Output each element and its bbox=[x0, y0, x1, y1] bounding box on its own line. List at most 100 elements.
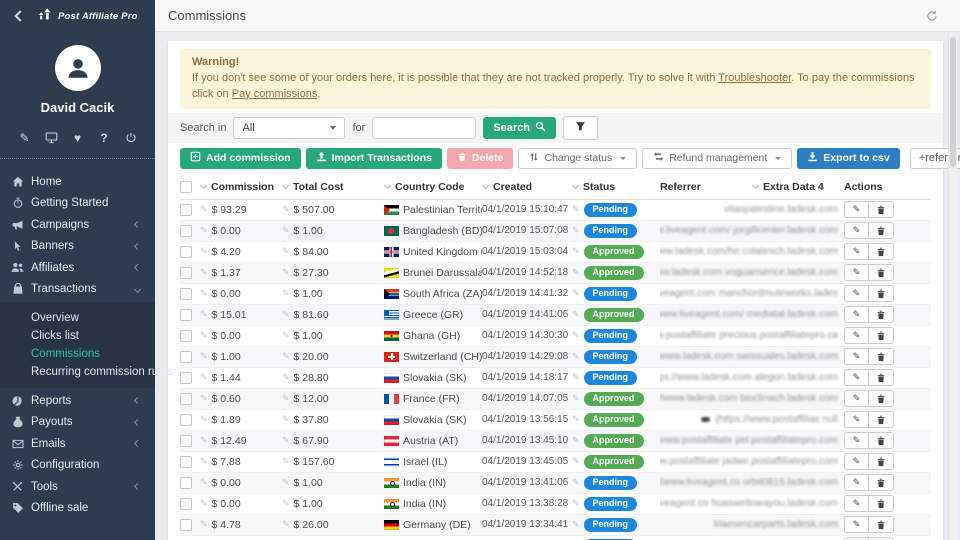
delete-row-button[interactable] bbox=[869, 495, 894, 512]
edit-commission-icon[interactable]: ✎ bbox=[200, 288, 208, 299]
edit-status-icon[interactable]: ✎ bbox=[572, 519, 580, 530]
search-input[interactable] bbox=[372, 117, 476, 139]
delete-row-button[interactable] bbox=[869, 516, 894, 533]
edit-total-cost-icon[interactable]: ✎ bbox=[282, 330, 290, 341]
edit-status-icon[interactable]: ✎ bbox=[572, 393, 580, 404]
edit-status-icon[interactable]: ✎ bbox=[572, 414, 580, 425]
row-checkbox[interactable] bbox=[180, 519, 192, 531]
row-checkbox[interactable] bbox=[180, 414, 192, 426]
edit-status-icon[interactable]: ✎ bbox=[572, 246, 580, 257]
edit-total-cost-icon[interactable]: ✎ bbox=[282, 288, 290, 299]
edit-total-cost-icon[interactable]: ✎ bbox=[282, 456, 290, 467]
edit-commission-icon[interactable]: ✎ bbox=[200, 225, 208, 236]
edit-total-cost-icon[interactable]: ✎ bbox=[282, 372, 290, 383]
delete-row-button[interactable] bbox=[869, 327, 894, 344]
delete-row-button[interactable] bbox=[869, 390, 894, 407]
column-header-country-code[interactable]: Country Code bbox=[384, 181, 482, 193]
delete-row-button[interactable] bbox=[869, 474, 894, 491]
delete-button[interactable]: Delete bbox=[447, 148, 514, 169]
edit-total-cost-icon[interactable]: ✎ bbox=[282, 204, 290, 215]
edit-commission-icon[interactable]: ✎ bbox=[200, 435, 208, 446]
app-logo[interactable]: Post Affiliate Pro bbox=[38, 8, 138, 24]
edit-total-cost-icon[interactable]: ✎ bbox=[282, 477, 290, 488]
edit-commission-icon[interactable]: ✎ bbox=[200, 519, 208, 530]
delete-row-button[interactable] bbox=[869, 285, 894, 302]
delete-row-button[interactable] bbox=[869, 348, 894, 365]
edit-status-icon[interactable]: ✎ bbox=[572, 435, 580, 446]
sidebar-item-offline-sale[interactable]: Offline sale bbox=[0, 498, 155, 520]
sidebar-item-home[interactable]: Home bbox=[0, 171, 155, 193]
edit-commission-icon[interactable]: ✎ bbox=[200, 351, 208, 362]
display-icon[interactable] bbox=[44, 130, 59, 145]
row-checkbox[interactable] bbox=[180, 267, 192, 279]
select-all-checkbox[interactable] bbox=[180, 181, 192, 193]
sidebar-item-campaigns[interactable]: Campaigns bbox=[0, 214, 155, 236]
vertical-scrollbar[interactable] bbox=[948, 33, 957, 540]
scrollbar-thumb[interactable] bbox=[950, 37, 956, 167]
refund-management-button[interactable]: Refund management bbox=[642, 148, 792, 169]
row-checkbox[interactable] bbox=[180, 435, 192, 447]
search-button[interactable]: Search bbox=[483, 117, 556, 139]
edit-status-icon[interactable]: ✎ bbox=[572, 456, 580, 467]
edit-row-button[interactable]: ✎ bbox=[844, 432, 869, 449]
collapse-sidebar-button[interactable] bbox=[14, 10, 25, 21]
sidebar-item-affiliates[interactable]: Affiliates bbox=[0, 257, 155, 279]
edit-row-button[interactable]: ✎ bbox=[844, 306, 869, 323]
delete-row-button[interactable] bbox=[869, 264, 894, 281]
sidebar-item-transactions[interactable]: Transactions bbox=[0, 279, 155, 301]
edit-row-button[interactable]: ✎ bbox=[844, 264, 869, 281]
delete-row-button[interactable] bbox=[869, 453, 894, 470]
sidebar-item-getting-started[interactable]: Getting Started bbox=[0, 193, 155, 215]
delete-row-button[interactable] bbox=[869, 432, 894, 449]
row-checkbox[interactable] bbox=[180, 225, 192, 237]
health-heart-icon[interactable]: ♥ bbox=[70, 130, 85, 145]
edit-row-button[interactable]: ✎ bbox=[844, 222, 869, 239]
edit-commission-icon[interactable]: ✎ bbox=[200, 330, 208, 341]
sidebar-subitem-commissions[interactable]: Commissions bbox=[0, 345, 155, 363]
edit-status-icon[interactable]: ✎ bbox=[572, 330, 580, 341]
sidebar-subitem-overview[interactable]: Overview bbox=[0, 309, 155, 327]
avatar[interactable] bbox=[55, 45, 101, 91]
edit-row-button[interactable]: ✎ bbox=[844, 390, 869, 407]
sidebar-subitem-recurring-commission-rules[interactable]: Recurring commission rules bbox=[0, 363, 155, 381]
row-checkbox[interactable] bbox=[180, 246, 192, 258]
edit-row-button[interactable]: ✎ bbox=[844, 474, 869, 491]
edit-commission-icon[interactable]: ✎ bbox=[200, 372, 208, 383]
edit-status-icon[interactable]: ✎ bbox=[572, 288, 580, 299]
column-header-extra-data-4[interactable]: Extra Data 4 bbox=[752, 181, 844, 193]
row-checkbox[interactable] bbox=[180, 477, 192, 489]
row-checkbox[interactable] bbox=[180, 330, 192, 342]
edit-row-button[interactable]: ✎ bbox=[844, 348, 869, 365]
help-icon[interactable]: ? bbox=[97, 130, 112, 145]
logout-power-icon[interactable] bbox=[123, 130, 138, 145]
import-transactions-button[interactable]: Import Transactions bbox=[306, 148, 442, 169]
edit-total-cost-icon[interactable]: ✎ bbox=[282, 267, 290, 278]
sidebar-item-payouts[interactable]: Payouts bbox=[0, 412, 155, 434]
pay-commissions-link[interactable]: Pay commissions bbox=[232, 88, 318, 100]
edit-commission-icon[interactable]: ✎ bbox=[200, 267, 208, 278]
edit-total-cost-icon[interactable]: ✎ bbox=[282, 351, 290, 362]
export-csv-button[interactable]: Export to csv bbox=[797, 148, 900, 169]
column-header-created[interactable]: Created bbox=[482, 181, 572, 193]
edit-row-button[interactable]: ✎ bbox=[844, 453, 869, 470]
edit-total-cost-icon[interactable]: ✎ bbox=[282, 393, 290, 404]
edit-total-cost-icon[interactable]: ✎ bbox=[282, 519, 290, 530]
edit-total-cost-icon[interactable]: ✎ bbox=[282, 414, 290, 425]
edit-status-icon[interactable]: ✎ bbox=[572, 477, 580, 488]
edit-row-button[interactable]: ✎ bbox=[844, 411, 869, 428]
edit-status-icon[interactable]: ✎ bbox=[572, 204, 580, 215]
delete-row-button[interactable] bbox=[869, 411, 894, 428]
sidebar-item-emails[interactable]: Emails bbox=[0, 433, 155, 455]
edit-commission-icon[interactable]: ✎ bbox=[200, 498, 208, 509]
edit-row-button[interactable]: ✎ bbox=[844, 243, 869, 260]
sidebar-item-reports[interactable]: Reports bbox=[0, 390, 155, 412]
row-checkbox[interactable] bbox=[180, 456, 192, 468]
delete-row-button[interactable] bbox=[869, 369, 894, 386]
sidebar-subitem-clicks-list[interactable]: Clicks list bbox=[0, 327, 155, 345]
filter-button[interactable] bbox=[563, 116, 598, 140]
edit-commission-icon[interactable]: ✎ bbox=[200, 414, 208, 425]
search-in-select[interactable]: All bbox=[233, 117, 345, 139]
edit-status-icon[interactable]: ✎ bbox=[572, 267, 580, 278]
sidebar-item-configuration[interactable]: Configuration bbox=[0, 455, 155, 477]
edit-status-icon[interactable]: ✎ bbox=[572, 372, 580, 383]
